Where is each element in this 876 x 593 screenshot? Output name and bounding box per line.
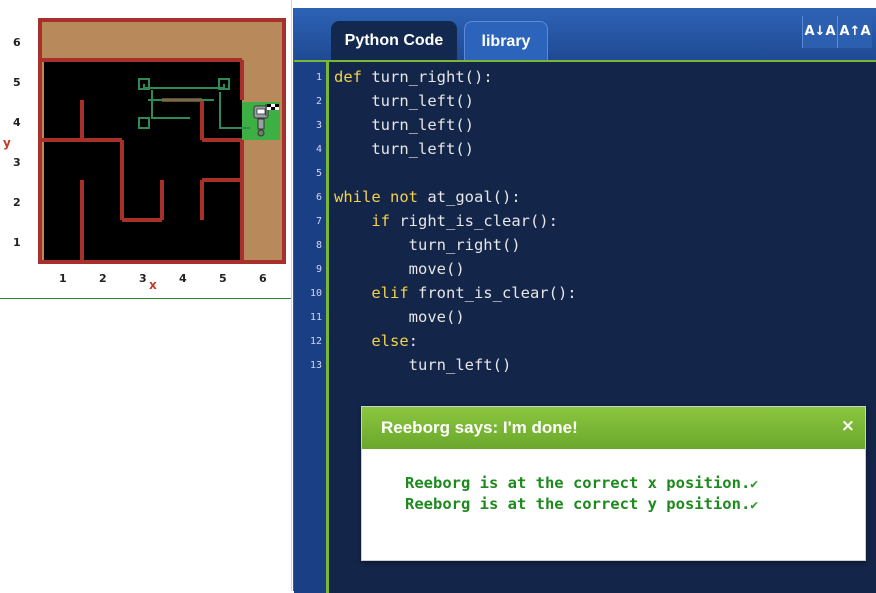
line-number: 13 <box>309 360 322 371</box>
code-line-11: move() <box>334 308 465 326</box>
line-number: 10 <box>309 288 322 299</box>
y-label-6: 6 <box>13 36 21 49</box>
increase-font-button[interactable]: A↑A <box>837 16 872 48</box>
line-number: 12 <box>309 336 322 347</box>
reeborg-dialog: Reeborg says: I'm done! × Reeborg is at … <box>361 406 866 561</box>
y-axis-letter: y <box>3 136 11 150</box>
code-line-8: turn_right() <box>334 236 521 254</box>
line-number: 9 <box>315 264 322 275</box>
tab-library[interactable]: library <box>464 21 548 62</box>
panel-divider <box>291 0 292 591</box>
code-line-1: def turn_right(): <box>334 68 493 86</box>
x-label-3: 3 <box>139 272 147 285</box>
y-label-2: 2 <box>13 196 21 209</box>
y-label-1: 1 <box>13 236 21 249</box>
code-line-3: turn_left() <box>334 116 474 134</box>
x-axis-letter: x <box>149 278 157 292</box>
code-line-9: move() <box>334 260 465 278</box>
maze-floor <box>44 62 242 260</box>
code-line-12: else: <box>371 332 418 350</box>
x-label-1: 1 <box>59 272 67 285</box>
message-text: Reeborg is at the correct x position. <box>405 474 751 492</box>
x-label-4: 4 <box>179 272 187 285</box>
y-label-3: 3 <box>13 156 21 169</box>
x-label-6: 6 <box>259 272 267 285</box>
checkmark-icon: ✔ <box>750 477 759 492</box>
world-divider <box>0 298 292 299</box>
code-line-6: while not at_goal(): <box>334 188 521 206</box>
line-number: 2 <box>315 96 322 107</box>
line-number: 4 <box>315 144 322 155</box>
editor-tabbar: Python Code library A↓A A↑A <box>294 8 876 62</box>
line-number: 5 <box>315 168 322 179</box>
code-line-4: turn_left() <box>334 140 474 158</box>
y-label-4: 4 <box>13 116 21 129</box>
line-number: 11 <box>309 312 322 323</box>
line-number: 8 <box>315 240 322 251</box>
line-number: 1 <box>315 72 322 83</box>
line-number: 7 <box>315 216 322 227</box>
decrease-font-button[interactable]: A↓A <box>802 16 837 48</box>
close-icon[interactable]: × <box>841 416 855 436</box>
code-line-10: elif front_is_clear(): <box>371 284 577 302</box>
line-number-gutter: 1 2 3 4 5 6 7 8 9 10 11 12 13 <box>294 62 329 593</box>
world-grid <box>38 18 286 264</box>
code-line-13: turn_left() <box>334 356 512 374</box>
line-number: 3 <box>315 120 322 131</box>
code-line-7: if right_is_clear(): <box>371 212 558 230</box>
tab-python-code[interactable]: Python Code <box>331 21 457 61</box>
dialog-message-x: Reeborg is at the correct x position.✔ <box>405 474 758 492</box>
world-panel: 6 5 4 3 2 1 y 1 2 3 4 5 6 x <box>0 0 292 298</box>
checkmark-icon: ✔ <box>750 498 759 513</box>
code-line-2: turn_left() <box>334 92 474 110</box>
dialog-header: Reeborg says: I'm done! × <box>362 407 865 449</box>
dialog-title: Reeborg says: I'm done! <box>381 418 578 437</box>
y-label-5: 5 <box>13 76 21 89</box>
dialog-message-y: Reeborg is at the correct y position.✔ <box>405 495 758 513</box>
line-number: 6 <box>315 192 322 203</box>
x-label-5: 5 <box>219 272 227 285</box>
x-label-2: 2 <box>99 272 107 285</box>
message-text: Reeborg is at the correct y position. <box>405 495 751 513</box>
